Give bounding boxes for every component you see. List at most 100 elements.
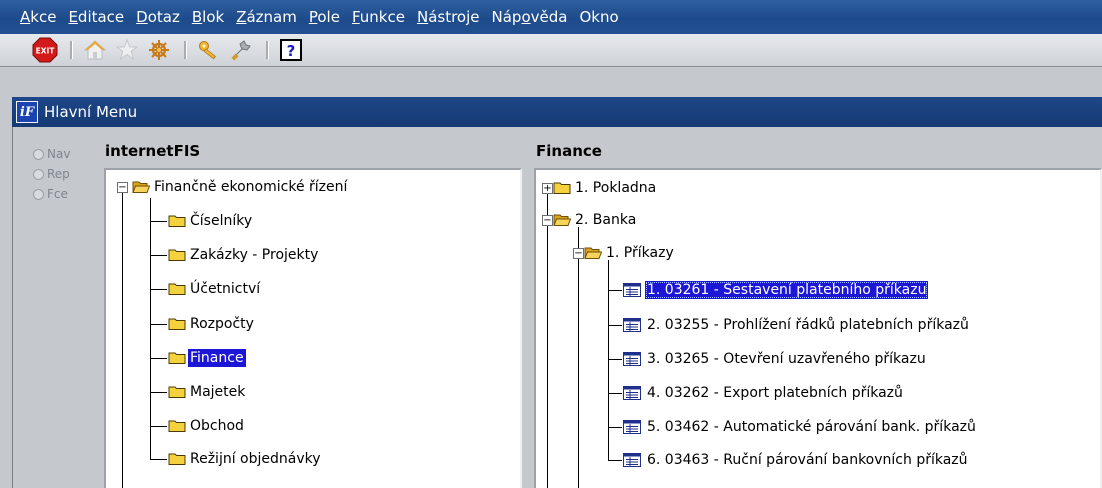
help-icon: ? xyxy=(280,39,302,61)
folder-icon xyxy=(168,453,186,465)
tree-node-zakazky[interactable]: Zakázky - Projekty xyxy=(168,244,320,266)
tree-node-rezijni[interactable]: Režijní objednávky xyxy=(168,448,323,470)
tree-node-label: Rozpočty xyxy=(190,316,254,332)
collapse-toggle[interactable]: − xyxy=(573,248,584,259)
tree-item-03262[interactable]: 4. 03262 - Export platebních příkazů xyxy=(623,382,905,404)
tree-node-label: Finančně ekonomické řízení xyxy=(154,179,348,195)
tree-node-prikazy[interactable]: 1. Příkazy xyxy=(584,242,676,264)
tree-item-label: 1. 03261 - Sestavení platebního příkazu xyxy=(645,281,929,299)
keys-button[interactable] xyxy=(194,37,224,63)
menu-napoveda[interactable]: Nápověda xyxy=(492,8,568,26)
tree-node-label: Majetek xyxy=(190,384,246,400)
form-icon xyxy=(623,453,641,467)
star-icon xyxy=(115,38,139,61)
ship-wheel-icon xyxy=(149,40,169,60)
tree-item-03255[interactable]: 2. 03255 - Prohlížení řádků platebních p… xyxy=(623,314,971,336)
help-button[interactable]: ? xyxy=(276,37,306,63)
collapse-toggle[interactable]: − xyxy=(542,215,553,226)
toolbar-separator xyxy=(182,41,188,59)
menubar: Akce Editace Dotaz Blok Záznam Pole Funk… xyxy=(0,0,1102,34)
right-tree-panel: + 1. Pokladna − 2. Banka − 1. Příkazy 1.… xyxy=(534,168,1102,488)
folder-icon xyxy=(168,215,186,227)
radio-rep[interactable]: Rep xyxy=(33,164,93,184)
menu-dotaz[interactable]: Dotaz xyxy=(136,8,180,26)
tree-item-label: 2. 03255 - Prohlížení řádků platebních p… xyxy=(647,317,969,333)
radio-circle xyxy=(33,168,44,180)
app-logo: iF xyxy=(16,101,38,123)
radio-fce[interactable]: Fce xyxy=(33,184,93,204)
tree-line xyxy=(608,290,622,291)
expand-toggle[interactable]: + xyxy=(542,183,553,194)
menu-okno[interactable]: Okno xyxy=(579,8,618,26)
mode-radio-group: Nav Rep Fce xyxy=(33,144,93,204)
exit-icon: EXIT xyxy=(32,37,58,63)
tree-node-majetek[interactable]: Majetek xyxy=(168,381,247,403)
tree-node-label: 2. Banka xyxy=(575,212,637,228)
tree-node-label: 1. Pokladna xyxy=(575,180,657,196)
tree-node-banka[interactable]: 2. Banka xyxy=(553,209,638,231)
menu-blok[interactable]: Blok xyxy=(192,8,224,26)
tree-item-03261[interactable]: 1. 03261 - Sestavení platebního příkazu xyxy=(623,279,929,301)
wrench-icon xyxy=(231,40,251,61)
open-folder-icon xyxy=(132,181,150,193)
window-titlebar: iF Hlavní Menu xyxy=(12,97,1102,127)
tree-node-ucetnictvi[interactable]: Účetnictví xyxy=(168,278,262,300)
form-icon xyxy=(623,318,641,332)
tree-item-03462[interactable]: 5. 03462 - Automatické párování bank. př… xyxy=(623,416,978,438)
right-panel-heading: Finance xyxy=(536,142,602,160)
home-button[interactable] xyxy=(80,37,110,63)
menu-pole[interactable]: Pole xyxy=(309,8,340,26)
tree-node-label: Účetnictví xyxy=(190,281,261,297)
tree-node-root[interactable]: Finančně ekonomické řízení xyxy=(132,176,349,198)
menu-funkce[interactable]: Funkce xyxy=(352,8,405,26)
menu-zaznam[interactable]: Záznam xyxy=(236,8,297,26)
tree-item-label: 5. 03462 - Automatické párování bank. př… xyxy=(647,419,976,435)
exit-button[interactable]: EXIT xyxy=(30,37,60,63)
window-title: Hlavní Menu xyxy=(44,103,138,121)
tree-node-finance[interactable]: Finance xyxy=(168,347,246,369)
toolbar: EXIT ? xyxy=(0,34,1102,67)
form-icon xyxy=(623,420,641,434)
menu-editace[interactable]: Editace xyxy=(68,8,124,26)
tree-line xyxy=(608,460,622,461)
open-folder-icon xyxy=(584,247,602,259)
tree-item-03265[interactable]: 3. 03265 - Otevření uzavřeného příkazu xyxy=(623,348,928,370)
tree-line xyxy=(150,255,167,256)
form-icon xyxy=(623,352,641,366)
tree-item-label: 4. 03262 - Export platebních příkazů xyxy=(647,385,903,401)
tree-line xyxy=(578,227,579,488)
form-icon xyxy=(623,283,641,297)
tree-line xyxy=(608,393,622,394)
menu-akce[interactable]: Akce xyxy=(20,8,56,26)
tree-node-label: Číselníky xyxy=(190,213,253,229)
tree-item-03463[interactable]: 6. 03463 - Ruční párování bankovních pří… xyxy=(623,449,970,471)
tree-item-label: 3. 03265 - Otevření uzavřeného příkazu xyxy=(647,351,926,367)
tree-node-pokladna[interactable]: 1. Pokladna xyxy=(553,177,658,199)
folder-icon xyxy=(168,249,186,261)
tools-button[interactable] xyxy=(226,37,256,63)
radio-circle xyxy=(33,188,44,200)
favorite-button[interactable] xyxy=(112,37,142,63)
open-folder-icon xyxy=(553,214,571,226)
key-icon xyxy=(199,41,217,60)
navigator-button[interactable] xyxy=(144,37,174,63)
tree-item-label: 6. 03463 - Ruční párování bankovních pří… xyxy=(647,452,968,468)
tree-node-obchod[interactable]: Obchod xyxy=(168,415,246,437)
tree-line xyxy=(150,221,167,222)
tree-node-label: 1. Příkazy xyxy=(606,245,674,261)
tree-node-ciselniky[interactable]: Číselníky xyxy=(168,210,254,232)
tree-line xyxy=(608,325,622,326)
radio-nav[interactable]: Nav xyxy=(33,144,93,164)
folder-icon xyxy=(168,420,186,432)
folder-icon xyxy=(168,283,186,295)
toolbar-separator xyxy=(264,41,270,59)
menu-nastroje[interactable]: Nástroje xyxy=(417,8,480,26)
tree-line xyxy=(608,359,622,360)
folder-icon xyxy=(168,318,186,330)
toolbar-separator xyxy=(68,41,74,59)
tree-node-rozpocty[interactable]: Rozpočty xyxy=(168,313,256,335)
left-panel-heading: internetFIS xyxy=(105,142,201,160)
tree-line xyxy=(150,426,167,427)
collapse-toggle[interactable]: − xyxy=(117,182,128,193)
tree-line xyxy=(608,427,622,428)
